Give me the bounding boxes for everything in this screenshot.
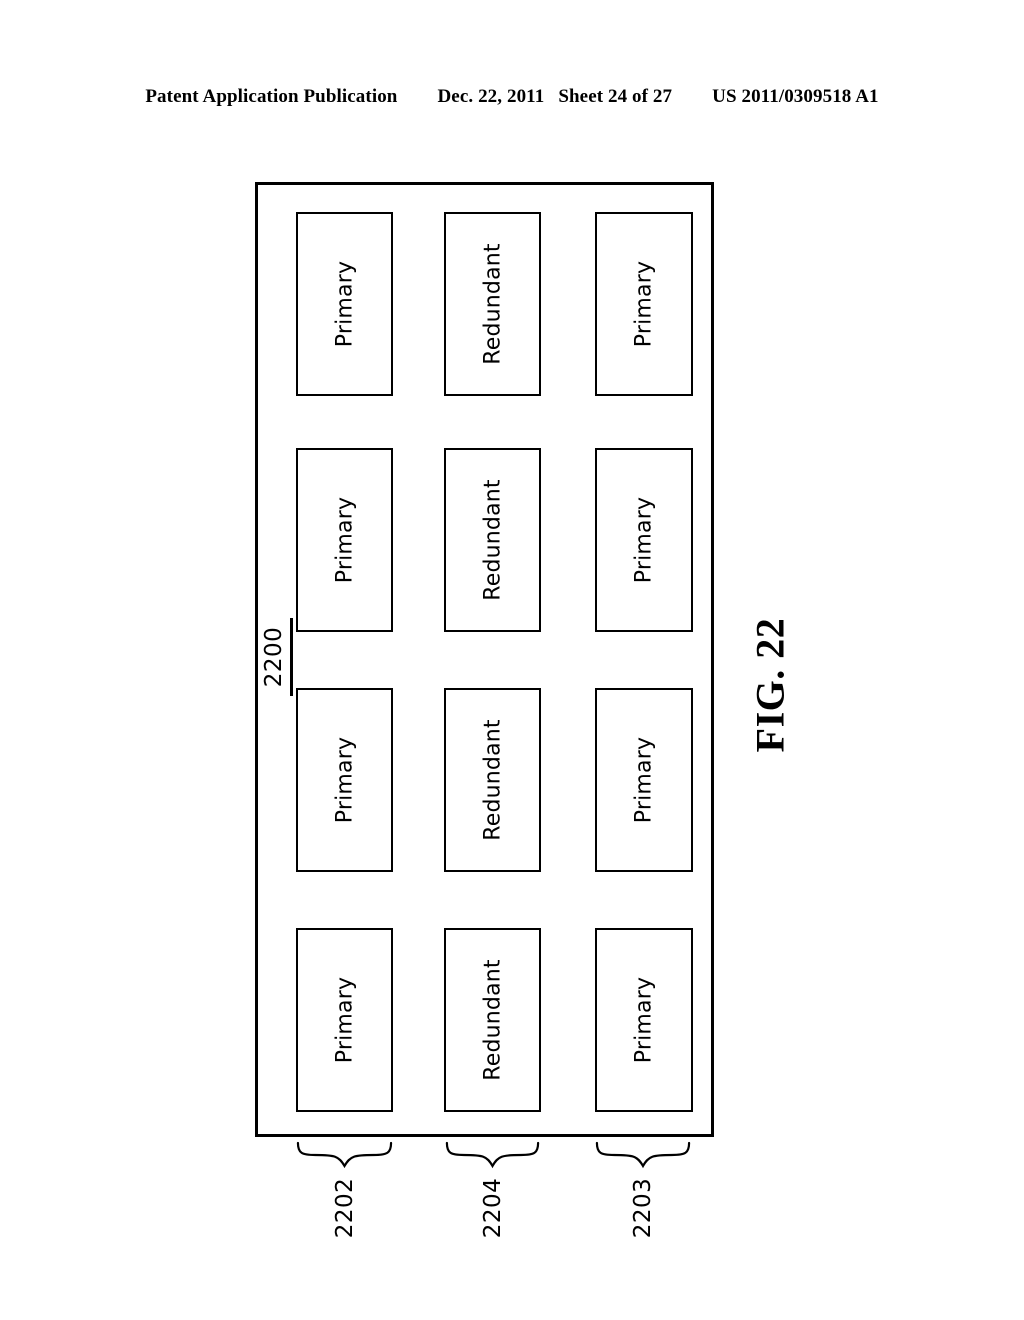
block-label: Primary (332, 496, 357, 584)
block-label: Redundant (480, 719, 505, 841)
patent-figure: Primary Redundant Primary Primary Redund… (0, 0, 1024, 1320)
band-group: Primary Redundant Primary (296, 688, 694, 872)
block-primary: Primary (296, 448, 393, 632)
block-label: Primary (631, 496, 657, 584)
brace-group-2202: 2202 (296, 1141, 393, 1251)
curly-brace-icon (296, 1141, 393, 1167)
block-primary: Primary (595, 448, 693, 632)
block-label: Primary (332, 736, 357, 824)
brace-group-2203: 2203 (595, 1141, 691, 1251)
block-label: Primary (332, 260, 357, 348)
block-label: Primary (631, 260, 657, 348)
block-label: Redundant (480, 243, 505, 365)
block-primary: Primary (296, 212, 393, 396)
figure-caption-label: FIG. 22 (747, 617, 793, 753)
block-redundant: Redundant (444, 212, 541, 396)
reference-numeral-2200: 2200 (252, 612, 296, 702)
brace-numeral: 2202 (325, 1169, 365, 1247)
block-redundant: Redundant (444, 448, 541, 632)
reference-numeral-label: 2200 (261, 626, 287, 688)
brace-numeral-label: 2203 (630, 1177, 656, 1239)
block-label: Redundant (480, 959, 505, 1081)
brace-numeral: 2204 (473, 1169, 513, 1247)
block-redundant: Redundant (444, 928, 541, 1112)
block-label: Redundant (480, 479, 505, 601)
curly-brace-icon (445, 1141, 540, 1167)
brace-numeral: 2203 (623, 1169, 663, 1247)
band-group: Primary Redundant Primary (296, 212, 694, 396)
brace-numeral-label: 2204 (479, 1177, 506, 1239)
block-label: Primary (332, 976, 357, 1064)
band-group: Primary Redundant Primary (296, 448, 694, 632)
block-redundant: Redundant (444, 688, 541, 872)
block-primary: Primary (595, 212, 693, 396)
block-label: Primary (631, 736, 657, 824)
reference-underline (290, 618, 293, 696)
block-primary: Primary (595, 688, 693, 872)
brace-group-2204: 2204 (445, 1141, 540, 1251)
band-group: Primary Redundant Primary (296, 928, 694, 1112)
block-primary: Primary (296, 688, 393, 872)
block-label: Primary (631, 976, 657, 1064)
curly-brace-icon (595, 1141, 691, 1167)
block-primary: Primary (595, 928, 693, 1112)
figure-caption: FIG. 22 (700, 585, 840, 785)
block-primary: Primary (296, 928, 393, 1112)
brace-numeral-label: 2202 (331, 1177, 358, 1239)
